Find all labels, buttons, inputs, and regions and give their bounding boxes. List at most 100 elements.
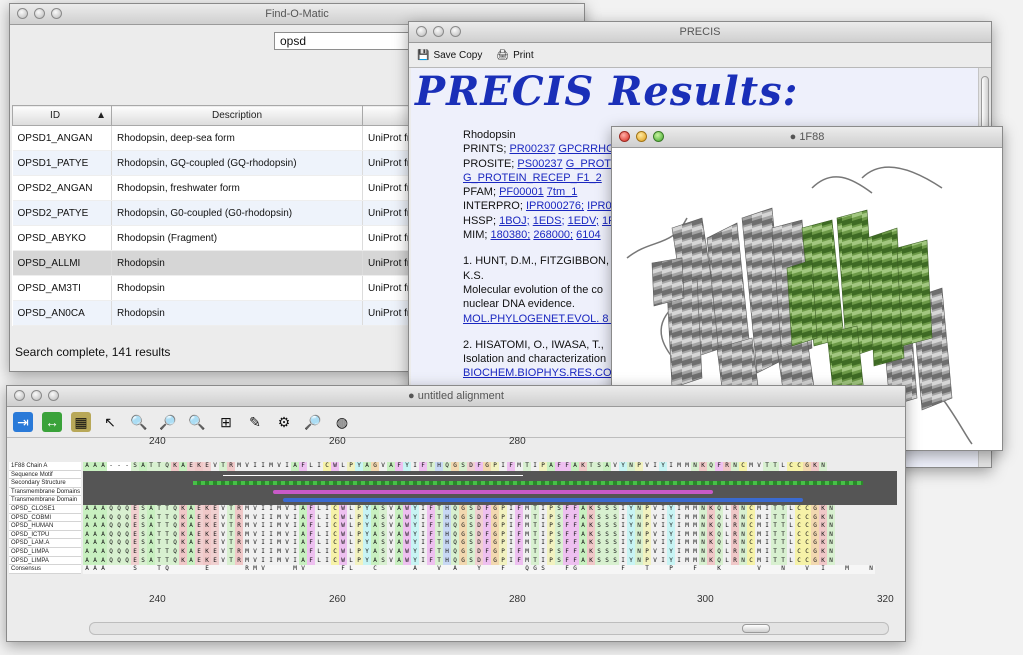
color-wheel-icon[interactable]: ◍ — [332, 412, 352, 432]
minimize-button[interactable] — [31, 390, 42, 401]
annotate-icon[interactable]: ✎ — [245, 412, 265, 432]
track-name[interactable]: OPSD_LIMPA — [9, 556, 81, 566]
show-sequences-icon[interactable]: ⇥ — [13, 412, 33, 432]
link[interactable]: IPR000276; — [526, 200, 584, 212]
residue-cell: F — [395, 462, 403, 471]
residue-cell: M — [251, 565, 259, 574]
track-name[interactable]: Transmembrane Domain — [9, 496, 81, 505]
residue-cell — [363, 565, 371, 574]
zoom-button[interactable] — [450, 26, 461, 37]
save-copy-button[interactable]: 💾 Save Copy — [417, 50, 482, 61]
residue-cell: Q — [523, 565, 531, 574]
minimize-button[interactable] — [433, 26, 444, 37]
link[interactable]: PR00237 — [509, 143, 555, 155]
sequence-row[interactable]: AAAQQQESATTQKAEKEVTRMVIIMVIAFLICWLPYASVA… — [83, 556, 897, 566]
residue-cell: Q — [123, 556, 131, 566]
residue-cell: D — [475, 530, 483, 540]
track-name[interactable]: OPSD_LIMPA — [9, 547, 81, 557]
residue-cell — [107, 565, 115, 574]
track-name[interactable]: OPSD_HUMAN — [9, 522, 81, 531]
track-name[interactable]: Consensus — [9, 565, 81, 574]
fit-width-icon[interactable]: ↔ — [42, 412, 62, 432]
link[interactable]: 7tm_1 — [547, 186, 578, 198]
alignment-grid[interactable]: AAA---SATTQKAEKEVTRMVIIMVIAFLICWLPYAGVAF… — [83, 462, 897, 582]
zoom-in-icon[interactable]: 🔎 — [158, 412, 178, 432]
link[interactable]: 1EDS; — [533, 215, 565, 227]
close-button[interactable] — [619, 131, 630, 142]
inspect-icon[interactable]: 🔎 — [303, 412, 323, 432]
zoom-button[interactable] — [653, 131, 664, 142]
select-block-icon[interactable]: ▦ — [71, 412, 91, 432]
add-track-icon[interactable]: ⊞ — [216, 412, 236, 432]
residue-cell: N — [739, 522, 747, 531]
sequence-row[interactable]: AAAQQQESATTQKAEKEVTRMVIIMVIAFLICWLPYASVA… — [83, 504, 897, 514]
residue-cell: Y — [667, 513, 675, 523]
residue-cell: F — [571, 539, 579, 548]
sequence-row[interactable]: AAAQQQESATTQKAEKEVTRMVIIMVIAFLICWLPYASVA… — [83, 547, 897, 557]
track-name[interactable]: OPSD_CLOSE1 — [9, 504, 81, 514]
link[interactable]: PS00237 — [517, 158, 562, 170]
track-name[interactable]: Secondary Structure — [9, 479, 81, 488]
link[interactable]: 1EDV; — [568, 215, 599, 227]
link[interactable]: G_PROTEIN_RECEP_F1_2 — [463, 172, 602, 184]
zoom-button[interactable] — [51, 8, 62, 19]
residue-cell: F — [483, 513, 491, 523]
residue-cell: I — [763, 504, 771, 514]
residue-cell: S — [379, 547, 387, 557]
minimize-button[interactable] — [636, 131, 647, 142]
link[interactable]: 1BOJ; — [499, 215, 530, 227]
track-name[interactable]: Sequence Motif — [9, 470, 81, 480]
column-header-id[interactable]: ID ▲ — [12, 105, 112, 126]
track-name[interactable]: OPSD_COBMI — [9, 513, 81, 523]
zoom-out-icon[interactable]: 🔍 — [187, 412, 207, 432]
residue-cell: S — [595, 462, 603, 471]
link[interactable]: 180380; — [491, 229, 531, 241]
residue-cell: C — [747, 530, 755, 540]
sequence-row[interactable]: AAAQQQESATTQKAEKEVTRMVIIMVIAFLICWLPYASVA… — [83, 530, 897, 540]
column-header-description[interactable]: Description — [111, 105, 363, 126]
track-name[interactable]: OPSD_ICTPU — [9, 530, 81, 540]
residue-cell: E — [131, 539, 139, 548]
residue-cell: F — [619, 565, 627, 574]
residue-cell: I — [675, 547, 683, 557]
residue-cell — [187, 565, 195, 574]
sequence-row[interactable]: AAAQQQESATTQKAEKEVTRMVIIMVIAFLICWLPYASVA… — [83, 522, 897, 531]
residue-cell — [675, 565, 683, 574]
zoom-button[interactable] — [48, 390, 59, 401]
residue-cell: T — [227, 504, 235, 514]
structure-icon[interactable]: ⚙ — [274, 412, 294, 432]
residue-cell: K — [171, 462, 179, 471]
ref2-authors: 2. HISATOMI, O., IWASA, T., — [463, 338, 604, 351]
minimize-button[interactable] — [34, 8, 45, 19]
residue-cell — [699, 565, 707, 574]
print-button[interactable]: 🖨 Print — [496, 50, 533, 61]
residue-cell: F — [515, 556, 523, 566]
sequence-row[interactable]: AAAQQQESATTQKAEKEVTRMVIIMVIAFLICWLPYASVA… — [83, 539, 897, 548]
scroll-thumb[interactable] — [742, 624, 770, 633]
horizontal-scrollbar[interactable] — [89, 622, 889, 635]
table-cell-desc: Rhodopsin — [111, 275, 363, 301]
pointer-icon[interactable]: ↖ — [100, 412, 120, 432]
ref2-journal-link[interactable]: BIOCHEM.BIOPHYS.RES.COMM — [463, 367, 630, 379]
sequence-row[interactable]: AAAQQQESATTQKAEKEVTRMVIIMVIAFLICWLPYASVA… — [83, 513, 897, 523]
close-button[interactable] — [416, 26, 427, 37]
close-button[interactable] — [17, 8, 28, 19]
residue-cell — [307, 565, 315, 574]
magnifier-icon[interactable]: 🔍 — [129, 412, 149, 432]
close-button[interactable] — [14, 390, 25, 401]
link[interactable]: 268000; — [533, 229, 573, 241]
residue-cell: V — [803, 565, 811, 574]
residue-cell: L — [347, 565, 355, 574]
link[interactable]: PF00001 — [499, 186, 544, 198]
residue-cell: E — [131, 556, 139, 566]
ref1-journal-link[interactable]: MOL.PHYLOGENET.EVOL. 8 4 — [463, 313, 618, 325]
sequence-row[interactable]: AAA S TQ E RMV MV FL C A V A Y F QGS FG … — [83, 565, 897, 574]
residue-cell: T — [427, 462, 435, 471]
link[interactable]: 6104 — [576, 229, 600, 241]
track-name[interactable]: Transmembrane Domains — [9, 487, 81, 497]
track-name[interactable]: 1F88 Chain A — [9, 462, 81, 471]
track-name[interactable]: OPSD_LAM.A — [9, 539, 81, 548]
residue-cell — [211, 565, 219, 574]
residue-cell: A — [99, 547, 107, 557]
sequence-row[interactable]: AAA---SATTQKAEKEVTRMVIIMVIAFLICWLPYAGVAF… — [83, 462, 897, 471]
